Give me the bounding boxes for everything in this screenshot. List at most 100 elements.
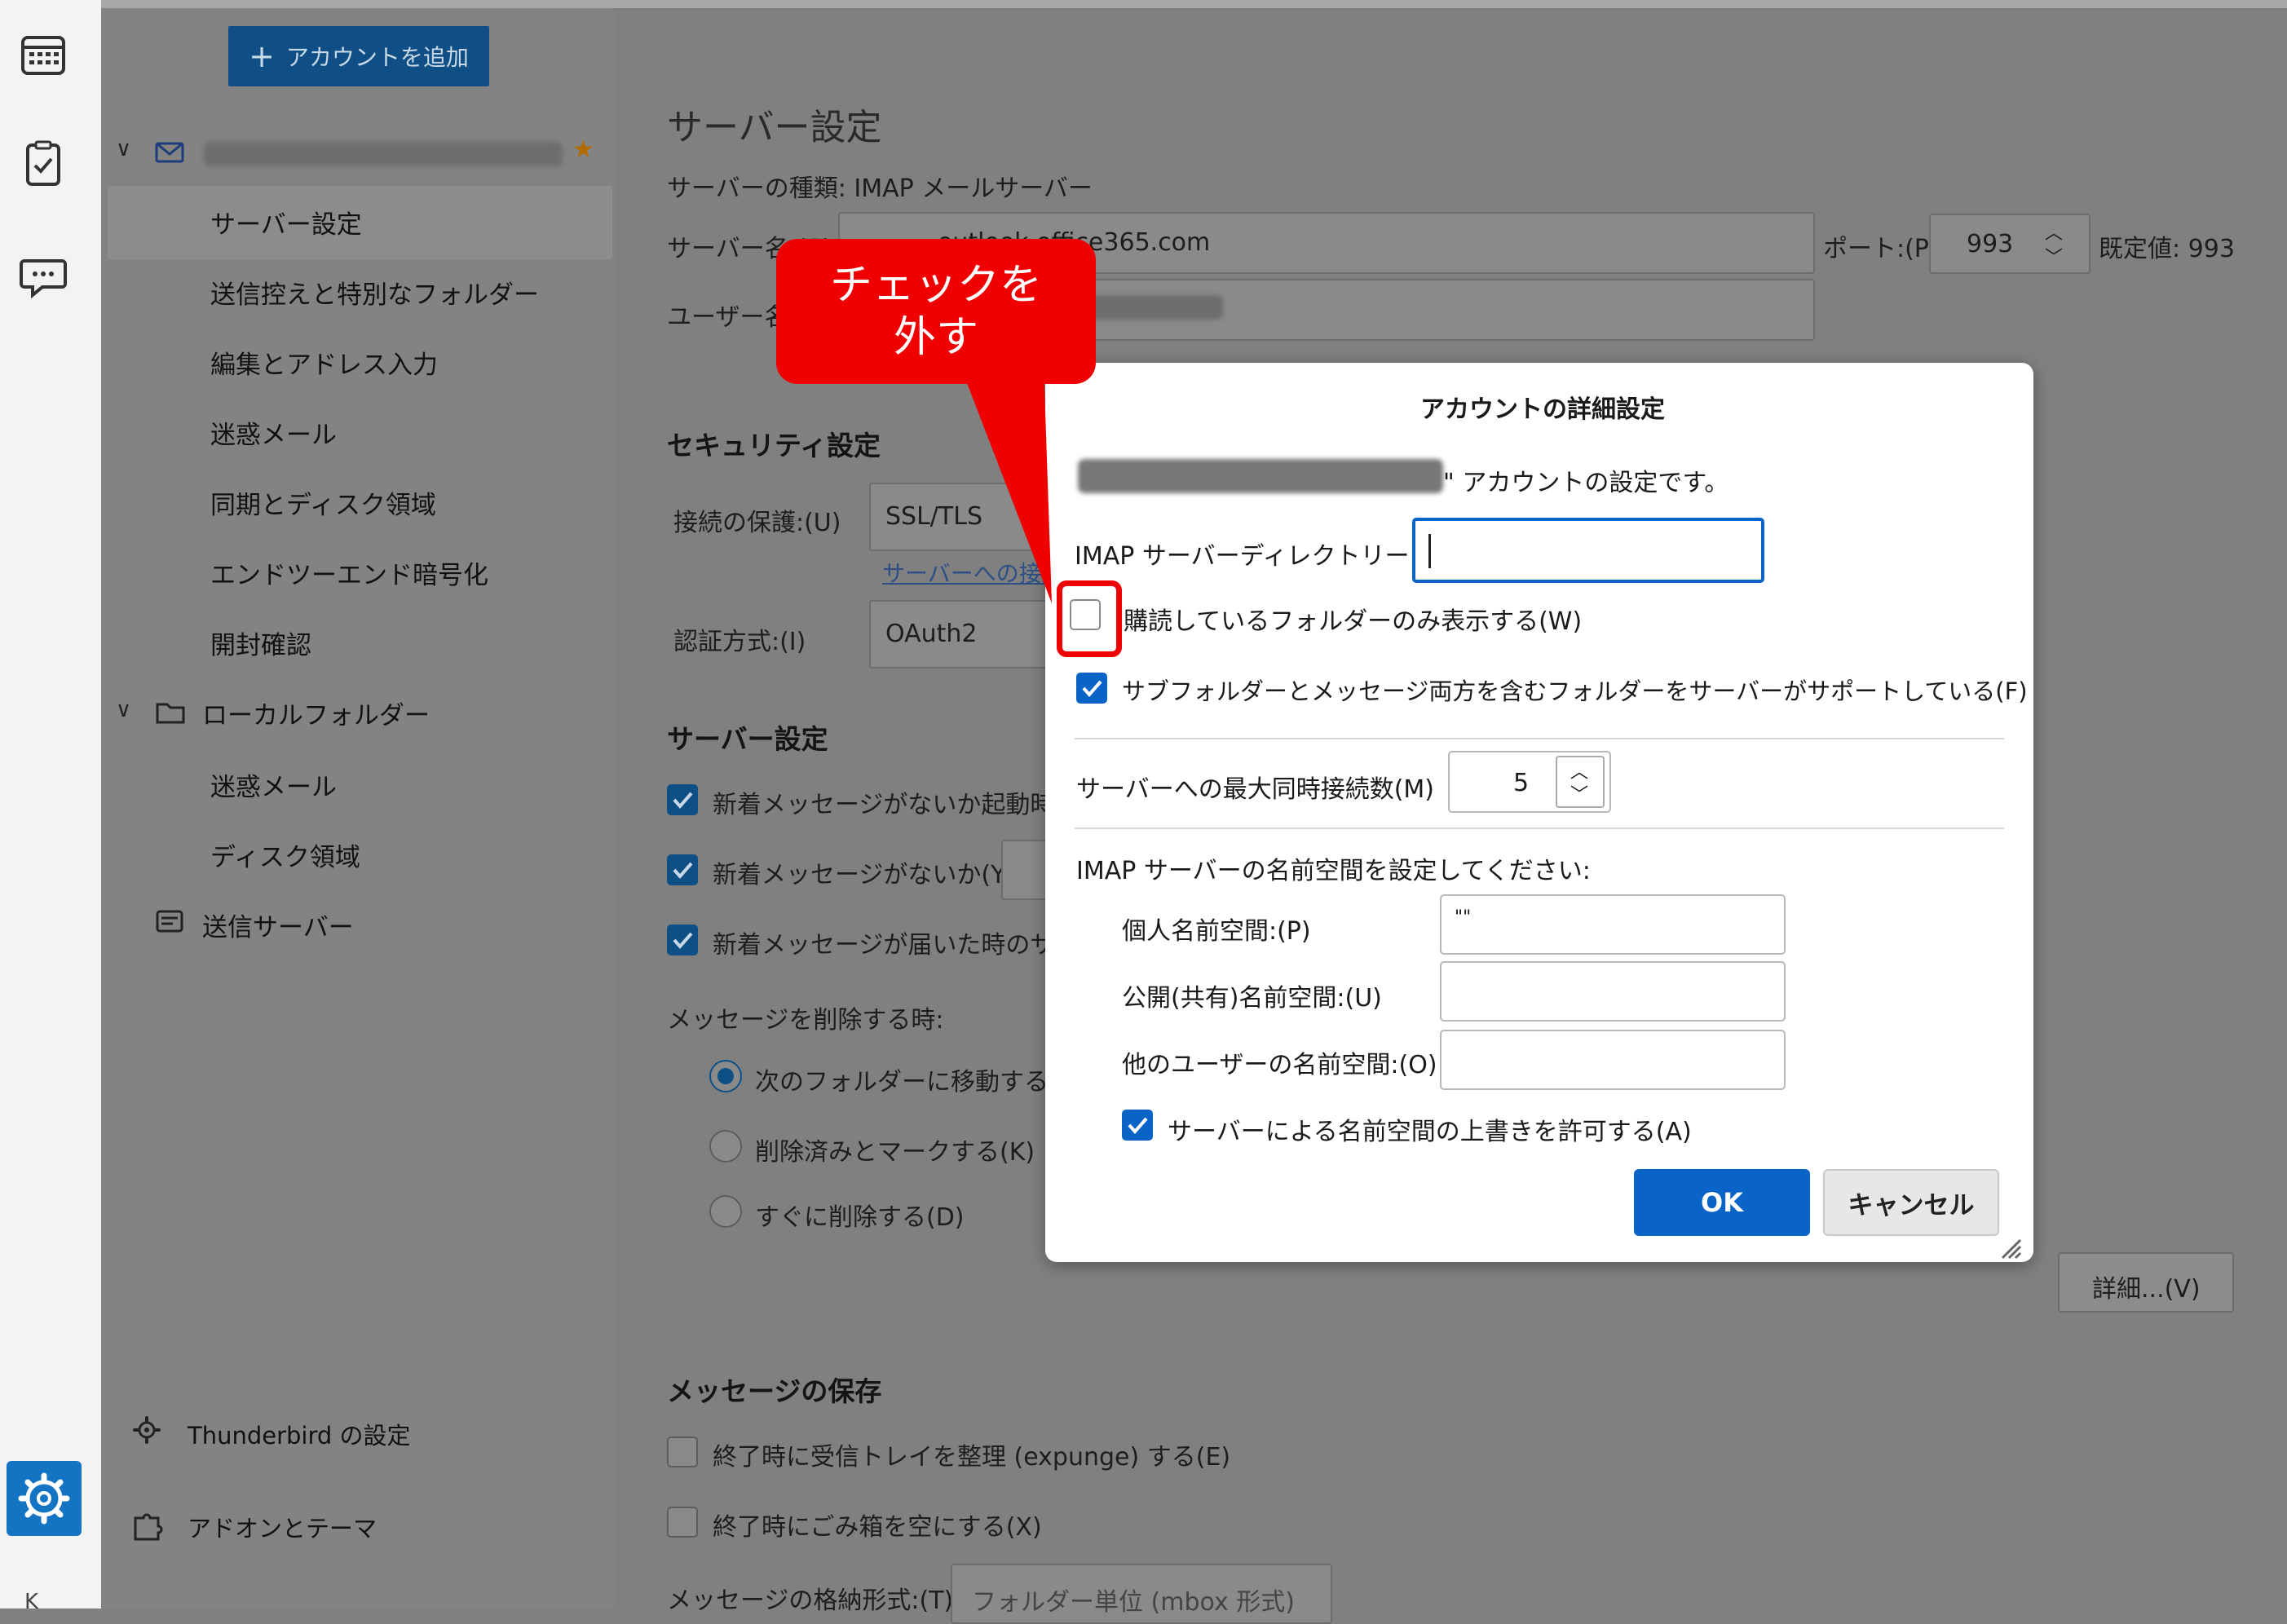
calendar-icon[interactable] <box>18 29 68 80</box>
puzzle-icon <box>130 1507 166 1542</box>
namespace-heading: IMAP サーバーの名前空間を設定してください: <box>1076 857 1591 885</box>
storage-format-select[interactable]: フォルダー単位 (mbox 形式) <box>951 1564 1332 1624</box>
connection-security-label: 接続の保護:(U) <box>673 509 841 537</box>
plus-icon: + <box>249 38 275 74</box>
port-stepper[interactable]: 993 ︿ ﹀ <box>1929 214 2091 274</box>
check-startup-label: 新着メッセージがないか起動時 <box>713 791 1055 819</box>
gear-icon <box>130 1414 163 1446</box>
thunderbird-settings-link[interactable]: Thunderbird の設定 <box>188 1417 411 1451</box>
resize-grip-icon[interactable] <box>1998 1235 2022 1260</box>
stepper-buttons[interactable]: ︿ ﹀ <box>1556 756 1605 808</box>
sidebar-local-folders[interactable]: ローカルフォルダー <box>202 695 430 731</box>
spaces-toolbar: K <box>0 0 101 1614</box>
auth-method-label: 認証方式:(I) <box>673 628 806 656</box>
ok-button[interactable]: OK <box>1634 1169 1810 1236</box>
radio-mark-label: 削除済みとマークする(K) <box>755 1138 1035 1167</box>
page-title: サーバー設定 <box>667 107 882 148</box>
advanced-button[interactable]: 詳細...(V) <box>2058 1252 2234 1313</box>
empty-trash-checkbox[interactable] <box>667 1507 698 1538</box>
other-ns-label: 他のユーザーの名前空間:(O) <box>1122 1051 1437 1079</box>
check-startup-checkbox[interactable] <box>667 784 698 815</box>
chevron-down-icon[interactable]: ∨ <box>116 698 131 722</box>
addons-themes-link[interactable]: アドオンとテーマ <box>188 1510 377 1544</box>
expunge-checkbox[interactable] <box>667 1436 698 1467</box>
add-account-button[interactable]: + アカウントを追加 <box>228 26 489 86</box>
collapse-icon[interactable]: K <box>24 1590 38 1614</box>
sidebar-local-disk[interactable]: ディスク領域 <box>210 836 360 873</box>
expunge-label: 終了時に受信トレイを整理 (expunge) する(E) <box>713 1443 1231 1472</box>
personal-ns-label: 個人名前空間:(P) <box>1122 917 1311 946</box>
storage-heading: メッセージの保存 <box>667 1375 882 1407</box>
radio-mark-deleted[interactable] <box>709 1130 742 1163</box>
check-every-checkbox[interactable] <box>667 854 698 885</box>
sidebar-item-server-settings[interactable]: サーバー設定 <box>210 204 362 241</box>
storage-format-value: フォルダー単位 (mbox 形式) <box>972 1588 1295 1617</box>
sidebar-item-receipts[interactable]: 開封確認 <box>210 624 311 661</box>
folder-icon <box>155 699 186 726</box>
callout-bubble: チェックを 外す <box>776 239 1096 384</box>
checkbox-highlight-box <box>1057 580 1122 657</box>
sidebar-item-junk[interactable]: 迷惑メール <box>210 414 337 451</box>
imap-dir-input[interactable] <box>1412 518 1764 583</box>
empty-trash-label: 終了時にごみ箱を空にする(X) <box>713 1513 1042 1542</box>
gear-icon <box>18 1472 70 1525</box>
radio-move[interactable] <box>709 1060 742 1092</box>
chat-icon[interactable] <box>18 251 68 302</box>
port-value: 993 <box>1967 230 2014 258</box>
user-name-label: ユーザー名 <box>667 303 789 332</box>
chevron-down-icon[interactable]: ﹀ <box>2045 243 2063 269</box>
text-cursor <box>1428 534 1431 568</box>
cancel-button[interactable]: キャンセル <box>1823 1169 1999 1236</box>
radio-delete-now[interactable] <box>709 1195 742 1228</box>
star-icon: ★ <box>572 135 594 164</box>
security-heading: セキュリティ設定 <box>667 430 881 461</box>
callout-pointer <box>959 362 1052 603</box>
allow-override-checkbox[interactable] <box>1122 1110 1153 1141</box>
chevron-down-icon[interactable]: ∨ <box>116 137 131 161</box>
advanced-account-dialog: アカウントの詳細設定 " アカウントの設定です。 IMAP サーバーディレクトリ… <box>1045 363 2033 1262</box>
subfolders-checkbox[interactable] <box>1076 673 1107 704</box>
server-type: サーバーの種類: IMAP メールサーバー <box>667 174 1093 203</box>
public-ns-input[interactable] <box>1440 961 1786 1022</box>
personal-ns-input[interactable]: "" <box>1440 894 1786 955</box>
imap-dir-label: IMAP サーバーディレクトリー:(D) <box>1075 542 1456 571</box>
public-ns-label: 公開(共有)名前空間:(U) <box>1122 984 1382 1013</box>
add-account-label: アカウントを追加 <box>285 44 469 71</box>
notify-checkbox[interactable] <box>667 925 698 955</box>
radio-move-label: 次のフォルダーに移動する( <box>755 1068 1058 1097</box>
advanced-button-label: 詳細...(V) <box>2092 1275 2201 1304</box>
auth-method-value: OAuth2 <box>885 620 978 648</box>
sidebar-item-sync[interactable]: 同期とディスク領域 <box>210 484 436 521</box>
outgoing-server-icon <box>155 908 188 938</box>
storage-format-label: メッセージの格納形式:(T) <box>667 1586 954 1615</box>
divider <box>1075 738 2004 739</box>
personal-ns-value: "" <box>1455 907 1472 928</box>
server-settings-heading: サーバー設定 <box>667 723 828 755</box>
check-every-label: 新着メッセージがないか(Y) <box>713 861 1016 889</box>
port-default: 既定値: 993 <box>2099 235 2235 263</box>
sidebar-item-composition[interactable]: 編集とアドレス入力 <box>210 344 438 381</box>
allow-override-label: サーバーによる名前空間の上書きを許可する(A) <box>1168 1118 1692 1146</box>
dialog-title: アカウントの詳細設定 <box>1420 395 1665 424</box>
sidebar-item-e2e[interactable]: エンドツーエンド暗号化 <box>210 554 488 591</box>
mail-account-icon <box>155 140 184 165</box>
radio-delete-label: すぐに削除する(D) <box>755 1203 965 1232</box>
divider <box>1075 827 2004 829</box>
chevron-down-icon[interactable]: ﹀ <box>1570 780 1588 806</box>
account-email-blurred <box>204 142 563 166</box>
tasks-icon[interactable] <box>18 139 68 189</box>
callout-line1: チェックを <box>829 261 1042 310</box>
other-ns-input[interactable] <box>1440 1030 1786 1090</box>
callout-line2: 外す <box>893 313 978 362</box>
notify-label: 新着メッセージが届いた時のサ <box>713 931 1055 960</box>
settings-button[interactable] <box>7 1461 82 1536</box>
max-connections-stepper[interactable]: 5 ︿ ﹀ <box>1448 751 1611 813</box>
sidebar-local-junk[interactable]: 迷惑メール <box>210 766 337 803</box>
chevron-up-icon[interactable]: ︿ <box>2045 218 2063 245</box>
account-suffix: " アカウントの設定です。 <box>1443 469 1729 497</box>
account-name-blurred <box>1078 459 1443 493</box>
window-top-strip <box>101 0 2287 8</box>
sidebar-item-copies-folders[interactable]: 送信控えと特別なフォルダー <box>210 274 539 311</box>
port-label: ポート:(P) <box>1823 235 1939 263</box>
sidebar-outgoing-server[interactable]: 送信サーバー <box>202 907 354 943</box>
